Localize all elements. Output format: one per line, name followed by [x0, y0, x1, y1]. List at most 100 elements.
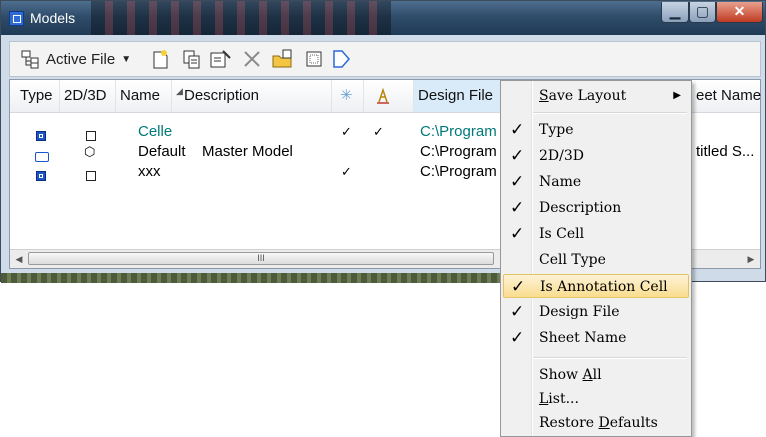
menu-item-list[interactable]: List...: [503, 387, 689, 411]
active-file-label: Active File: [46, 50, 116, 68]
title-bar-background: [91, 1, 391, 35]
toolbar: Active File ▼: [9, 41, 761, 77]
new-file-icon: [153, 50, 168, 69]
menu-item-label: Design File: [539, 304, 620, 320]
model-tree-icon: [21, 50, 39, 69]
2d-model-icon: [86, 127, 96, 141]
scrollbar-grip: III: [257, 253, 265, 263]
menu-item-label: 2D/3D: [539, 148, 584, 164]
properties-icon: [210, 50, 231, 68]
menu-item-2d3d[interactable]: ✓ 2D/3D: [503, 144, 689, 168]
check-icon: ✓: [511, 277, 526, 296]
label-accel: L: [539, 391, 549, 407]
submenu-arrow-icon: ▶: [673, 90, 681, 101]
cell-type-icon: [36, 167, 46, 181]
label-post: ll: [592, 367, 602, 383]
menu-item-restore-defaults[interactable]: Restore Defaults: [503, 411, 689, 435]
label-pre: Restore: [539, 415, 599, 431]
minimize-button[interactable]: ▁: [661, 2, 689, 23]
model-properties-button[interactable]: [208, 45, 234, 73]
is-cell-value: ✓: [341, 124, 352, 139]
maximize-button[interactable]: ▢: [689, 2, 716, 23]
title-bar[interactable]: Models ▁ ▢ ✕: [1, 1, 765, 35]
active-file-dropdown[interactable]: Active File ▼: [16, 45, 135, 73]
copy-icon: [183, 50, 200, 69]
design-file-value: C:\Program: [420, 163, 497, 180]
label-post: ave Layout: [548, 88, 627, 104]
menu-item-label: Show All: [539, 363, 602, 387]
menu-item-label: Description: [539, 200, 622, 216]
check-icon: ✓: [510, 328, 525, 347]
menu-item-is-cell[interactable]: ✓ Is Cell: [503, 222, 689, 246]
label-accel: D: [598, 415, 610, 431]
label-accel: A: [582, 367, 593, 383]
cell-star-icon: ✳: [340, 87, 353, 104]
menu-separator: [533, 357, 687, 359]
delete-icon: [244, 51, 260, 67]
scroll-left-icon[interactable]: ◀: [12, 252, 26, 266]
minimize-icon: ▁: [669, 3, 681, 19]
column-header-is-annotation[interactable]: [364, 80, 414, 112]
menu-item-label: Restore Defaults: [539, 411, 658, 435]
check-icon: ✓: [510, 224, 525, 243]
sheet-type-icon: [35, 148, 49, 162]
scrollbar-thumb[interactable]: III: [28, 252, 494, 265]
label-post: efaults: [609, 415, 658, 431]
column-header-design-file[interactable]: Design File: [414, 80, 506, 112]
models-app-icon: [9, 11, 24, 26]
sheet-name-value: titled S...: [696, 143, 755, 160]
is-cell-value: ✓: [341, 164, 352, 179]
column-header-is-cell[interactable]: ✳: [332, 80, 364, 112]
menu-item-label: List...: [539, 387, 579, 411]
menu-item-label: Type: [539, 122, 574, 138]
check-icon: ✓: [510, 198, 525, 217]
column-header-description[interactable]: Description: [172, 80, 332, 112]
new-model-button[interactable]: [148, 45, 172, 73]
close-button[interactable]: ✕: [716, 2, 763, 23]
menu-item-design-file[interactable]: ✓ Design File: [503, 300, 689, 324]
menu-item-save-layout[interactable]: Save Layout ▶: [503, 84, 689, 108]
design-file-value: C:\Program: [420, 143, 497, 160]
menu-item-label: Save Layout: [539, 84, 626, 108]
delete-model-button[interactable]: [240, 45, 264, 73]
menu-item-cell-type[interactable]: Cell Type: [503, 248, 689, 272]
menu-item-label: Cell Type: [539, 252, 606, 268]
menu-item-name[interactable]: ✓ Name: [503, 170, 689, 194]
menu-separator: [533, 112, 687, 114]
menu-item-description[interactable]: ✓ Description: [503, 196, 689, 220]
copy-model-button[interactable]: [180, 45, 204, 73]
menu-item-label: Sheet Name: [539, 330, 627, 346]
model-name: xxx: [138, 163, 161, 180]
rectangle-view-button[interactable]: [304, 45, 324, 73]
cell-type-icon: [36, 127, 46, 141]
dropdown-caret-icon: ▼: [121, 53, 132, 65]
open-folder-icon: [272, 49, 292, 68]
check-icon: ✓: [510, 120, 525, 139]
check-icon: ✓: [510, 146, 525, 165]
design-file-value: C:\Program: [420, 123, 497, 140]
3d-model-icon: ⬡: [84, 144, 96, 159]
menu-item-show-all[interactable]: Show All: [503, 363, 689, 387]
menu-item-sheet-name[interactable]: ✓ Sheet Name: [503, 326, 689, 350]
check-icon: ✓: [510, 302, 525, 321]
column-context-menu: Save Layout ▶ ✓ Type ✓ 2D/3D ✓ Name ✓ De…: [500, 80, 692, 437]
menu-item-label: Name: [539, 174, 582, 190]
menu-item-label: Is Annotation Cell: [540, 279, 668, 295]
menu-item-type[interactable]: ✓ Type: [503, 118, 689, 142]
column-header-sheet-name[interactable]: eet Name: [694, 80, 762, 112]
pentagon-icon: [333, 50, 350, 68]
menu-item-is-annotation-cell[interactable]: ✓ Is Annotation Cell: [503, 274, 689, 298]
scroll-right-icon[interactable]: ▶: [744, 252, 758, 266]
rectangle-icon: [306, 51, 322, 67]
window-title: Models: [30, 10, 76, 26]
label-pre: Show: [539, 367, 583, 383]
label-post: ist...: [548, 391, 579, 407]
import-model-button[interactable]: [270, 45, 296, 73]
column-header-type[interactable]: Type: [10, 80, 60, 112]
column-header-name[interactable]: Name: [116, 80, 172, 112]
model-description: Master Model: [202, 143, 293, 160]
close-icon: ✕: [733, 3, 746, 19]
model-name: Default: [138, 143, 186, 160]
shape-view-button[interactable]: [330, 45, 352, 73]
column-header-2d3d[interactable]: 2D/3D: [60, 80, 116, 112]
